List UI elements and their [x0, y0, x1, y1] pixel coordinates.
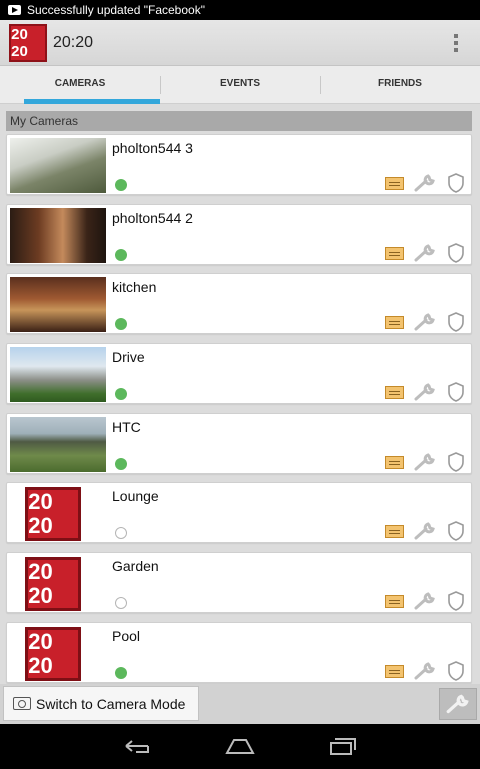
section-header-my-cameras: My Cameras	[6, 111, 472, 131]
offline-status-icon	[115, 527, 127, 540]
camera-name: Lounge	[112, 488, 159, 505]
camera-list-item[interactable]: HTC	[6, 412, 472, 474]
shield-icon[interactable]	[446, 451, 466, 473]
youtube-notification-icon	[8, 5, 21, 15]
camera-snapshot-thumbnail[interactable]	[10, 138, 106, 193]
events-icon[interactable]	[385, 595, 404, 609]
online-status-icon	[115, 318, 127, 331]
camera-logo-thumbnail[interactable]: 20 20	[25, 557, 81, 612]
camera-name: pholton544 2	[112, 209, 193, 226]
wrench-icon[interactable]	[413, 382, 437, 402]
online-status-icon	[115, 666, 127, 679]
tab-friends[interactable]: FRIENDS	[320, 66, 480, 103]
camera-list-item[interactable]: pholton544 3	[6, 134, 472, 195]
events-icon[interactable]	[385, 525, 404, 539]
events-icon[interactable]	[385, 316, 404, 330]
shield-icon[interactable]	[446, 590, 466, 612]
events-icon[interactable]	[385, 246, 404, 260]
events-icon[interactable]	[385, 177, 404, 190]
tab-cameras[interactable]: CAMERAS	[0, 66, 160, 104]
wrench-icon[interactable]	[413, 452, 437, 472]
tab-bar: CAMERAS EVENTS FRIENDS	[0, 66, 480, 104]
shield-icon[interactable]	[446, 242, 466, 264]
camera-list-item[interactable]: 20 20 Lounge	[6, 482, 472, 544]
online-status-icon	[115, 388, 127, 401]
camera-name: kitchen	[112, 279, 157, 296]
overflow-menu-icon[interactable]	[454, 34, 458, 52]
back-icon[interactable]	[122, 736, 154, 756]
bottom-bar: Switch to Camera Mode	[0, 684, 480, 724]
app-logo: 20 20	[9, 23, 47, 62]
camera-name: Pool	[112, 627, 141, 644]
status-bar: Successfully updated "Facebook"	[0, 0, 480, 20]
shield-icon[interactable]	[446, 311, 466, 333]
home-icon[interactable]	[224, 736, 256, 756]
camera-icon	[13, 697, 31, 710]
camera-snapshot-thumbnail[interactable]	[10, 207, 106, 263]
app-title-time: 20:20	[53, 33, 94, 51]
camera-list: pholton544 3 pholton544 2 kitchen Drive HTC 2…	[6, 134, 472, 692]
camera-name: pholton544 3	[112, 140, 193, 156]
settings-button[interactable]	[439, 688, 477, 720]
switch-to-camera-mode-button[interactable]: Switch to Camera Mode	[3, 686, 199, 721]
camera-list-item[interactable]: kitchen	[6, 273, 472, 335]
system-navigation-bar	[0, 724, 480, 769]
camera-snapshot-thumbnail[interactable]	[10, 347, 106, 403]
shield-icon[interactable]	[446, 172, 466, 194]
wrench-icon	[446, 694, 469, 714]
recent-apps-icon[interactable]	[328, 736, 358, 756]
camera-logo-thumbnail[interactable]: 20 20	[25, 487, 81, 542]
wrench-icon[interactable]	[413, 312, 437, 332]
events-icon[interactable]	[385, 664, 404, 678]
notification-text: Successfully updated "Facebook"	[27, 3, 205, 17]
online-status-icon	[115, 248, 127, 261]
wrench-icon[interactable]	[413, 521, 437, 541]
online-status-icon	[115, 457, 127, 470]
camera-name: Garden	[112, 558, 159, 575]
camera-logo-thumbnail[interactable]: 20 20	[25, 626, 81, 681]
camera-name: Drive	[112, 349, 145, 366]
shield-icon[interactable]	[446, 381, 466, 403]
shield-icon[interactable]	[446, 520, 466, 542]
events-icon[interactable]	[385, 455, 404, 469]
camera-list-item[interactable]: 20 20 Garden	[6, 552, 472, 614]
offline-status-icon	[115, 597, 127, 610]
shield-icon[interactable]	[446, 660, 466, 682]
wrench-icon[interactable]	[413, 173, 437, 193]
events-icon[interactable]	[385, 386, 404, 400]
camera-list-item[interactable]: Drive	[6, 343, 472, 405]
tab-events[interactable]: EVENTS	[160, 66, 320, 103]
action-bar: 20 20 20:20	[0, 20, 480, 66]
camera-list-item[interactable]: 20 20 Pool	[6, 621, 472, 683]
wrench-icon[interactable]	[413, 243, 437, 263]
online-status-icon	[115, 179, 127, 191]
wrench-icon[interactable]	[413, 661, 437, 681]
switch-to-camera-mode-label: Switch to Camera Mode	[36, 695, 186, 712]
wrench-icon[interactable]	[413, 591, 437, 611]
camera-snapshot-thumbnail[interactable]	[10, 277, 106, 333]
camera-snapshot-thumbnail[interactable]	[10, 416, 106, 472]
camera-list-item[interactable]: pholton544 2	[6, 203, 472, 265]
camera-name: HTC	[112, 418, 141, 435]
